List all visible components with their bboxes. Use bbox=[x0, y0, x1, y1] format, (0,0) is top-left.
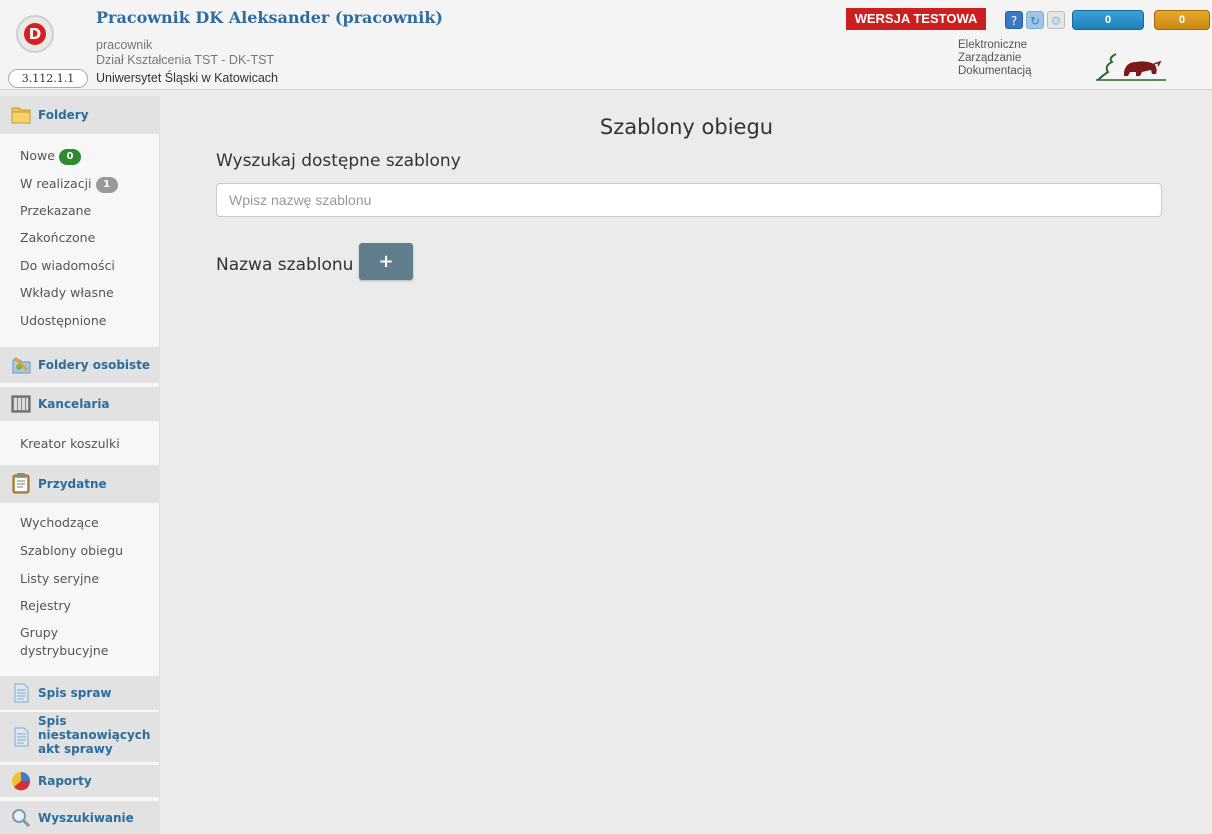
sidebar-item-nowe[interactable]: Nowe 0 bbox=[20, 148, 81, 165]
sidebar-item-listy-seryjne[interactable]: Listy seryjne bbox=[20, 571, 99, 586]
sidebar-item-przekazane[interactable]: Przekazane bbox=[20, 203, 91, 218]
bison-logo-icon bbox=[1096, 53, 1166, 81]
user-role: pracownik bbox=[96, 38, 153, 52]
sidebar-item-w-realizacji[interactable]: W realizacji 1 bbox=[20, 176, 118, 193]
help-icon[interactable]: ? bbox=[1005, 11, 1023, 29]
sidebar-section-foldery[interactable]: Foldery bbox=[0, 96, 160, 134]
user-name[interactable]: Pracownik DK Aleksander (pracownik) bbox=[96, 8, 443, 27]
search-label: Wyszukaj dostępne szablony bbox=[216, 151, 461, 171]
sidebar-item-szablony-obiegu[interactable]: Szablony obiegu bbox=[20, 543, 123, 558]
sidebar-section-title: Przydatne bbox=[38, 477, 107, 491]
search-icon bbox=[12, 809, 31, 828]
sidebar-section-raporty[interactable]: Raporty bbox=[0, 765, 160, 797]
sidebar-section-spis-spraw[interactable]: Spis spraw bbox=[0, 676, 160, 710]
sidebar-section-foldery-osobiste[interactable]: Foldery osobiste bbox=[0, 347, 160, 383]
counter-yellow[interactable]: 0 bbox=[1154, 10, 1210, 30]
sidebar-item-label: W realizacji bbox=[20, 176, 92, 191]
refresh-icon[interactable]: ↻ bbox=[1026, 11, 1044, 29]
sidebar-section-title: Foldery osobiste bbox=[38, 358, 151, 372]
test-version-badge: WERSJA TESTOWA bbox=[846, 8, 986, 30]
sidebar-item-kreator-koszulki[interactable]: Kreator koszulki bbox=[20, 436, 120, 451]
sidebar-section-title: Raporty bbox=[38, 774, 92, 788]
ezd-name: Elektroniczne Zarządzanie Dokumentacją bbox=[958, 39, 1032, 78]
sidebar-item-rejestry[interactable]: Rejestry bbox=[20, 598, 71, 613]
count-badge: 1 bbox=[95, 177, 118, 193]
count-badge: 0 bbox=[58, 149, 81, 165]
page-title: Szablony obiegu bbox=[599, 115, 774, 139]
sidebar-item-do-wiadomosci[interactable]: Do wiadomości bbox=[20, 258, 115, 273]
sidebar-section-title: Spis niestanowiących akt sprawy bbox=[38, 714, 150, 756]
user-university: Uniwersytet Śląski w Katowicach bbox=[96, 71, 279, 85]
gear-icon[interactable]: ⚙ bbox=[1047, 11, 1065, 29]
version-label: 3.112.1.1 bbox=[8, 69, 88, 88]
sidebar-item-label: Nowe bbox=[20, 148, 55, 163]
sidebar-section-spis-niestanowiacych[interactable]: Spis niestanowiących akt sprawy bbox=[0, 712, 160, 762]
logo-mark-icon: D bbox=[24, 23, 46, 45]
ezd-logo[interactable]: D bbox=[16, 15, 54, 53]
personal-folder-icon bbox=[12, 356, 31, 374]
clipboard-icon bbox=[12, 473, 30, 494]
sidebar-section-przydatne[interactable]: Przydatne bbox=[0, 465, 160, 503]
document-icon bbox=[14, 683, 29, 703]
add-template-button[interactable]: + bbox=[359, 243, 413, 280]
sidebar-section-title: Foldery bbox=[38, 108, 89, 122]
sidebar-section-title: Spis spraw bbox=[38, 686, 112, 700]
ezd-line-2: Zarządzanie bbox=[958, 52, 1022, 64]
document-icon bbox=[14, 727, 29, 747]
counter-blue[interactable]: 0 bbox=[1072, 10, 1144, 30]
user-department: Dział Kształcenia TST - DK-TST bbox=[96, 53, 275, 67]
sidebar: Foldery Nowe 0 W realizacji 1 Przekazane Z… bbox=[0, 96, 160, 834]
sidebar-item-wklady-wlasne[interactable]: Wkłady własne bbox=[20, 285, 114, 300]
title-line: niestanowiących bbox=[38, 728, 151, 742]
app-header: D 3.112.1.1 Pracownik DK Aleksander (pra… bbox=[0, 0, 1212, 90]
sidebar-section-wyszukiwanie[interactable]: Wyszukiwanie bbox=[0, 801, 160, 834]
pie-chart-icon bbox=[12, 772, 31, 791]
sidebar-item-zakonczone[interactable]: Zakończone bbox=[20, 230, 95, 245]
main-content: Szablony obiegu Wyszukaj dostępne szablo… bbox=[161, 91, 1212, 834]
sidebar-item-wychodzace[interactable]: Wychodzące bbox=[20, 515, 99, 530]
sidebar-section-kancelaria[interactable]: Kancelaria bbox=[0, 387, 160, 421]
folder-icon bbox=[11, 107, 31, 124]
ezd-line-3: Dokumentacją bbox=[958, 65, 1032, 77]
sidebar-section-title: Wyszukiwanie bbox=[38, 811, 134, 825]
archive-icon bbox=[11, 395, 31, 413]
sidebar-item-grupy-dystrybucyjne[interactable]: Grupy dystrybucyjne bbox=[20, 624, 140, 660]
title-line: akt sprawy bbox=[38, 742, 113, 756]
sidebar-item-udostepnione[interactable]: Udostępnione bbox=[20, 313, 106, 328]
title-line: Spis bbox=[38, 714, 67, 728]
ezd-line-1: Elektroniczne bbox=[958, 39, 1028, 51]
template-name-label: Nazwa szablonu bbox=[216, 255, 354, 275]
sidebar-section-title: Kancelaria bbox=[38, 397, 110, 411]
search-input[interactable] bbox=[216, 183, 1162, 217]
